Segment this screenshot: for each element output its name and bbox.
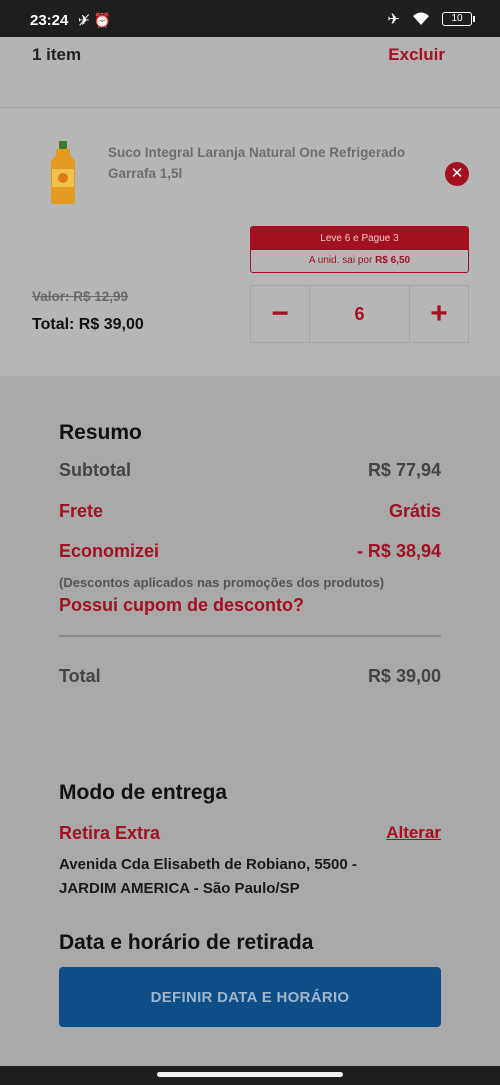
promo-badge: Leve 6 e Pague 3 A unid. sai por R$ 6,50 [250,226,469,273]
address-line-2: JARDIM AMERICA - São Paulo/SP [59,880,300,897]
summary-title: Resumo [59,421,142,444]
airplane-icon: ✈ [387,11,400,28]
shipping-label: Frete [59,501,104,521]
old-price: Valor: R$ 12,99 [32,289,129,304]
order-summary: Resumo Subtotal R$ 77,94 Frete Grátis Ec… [0,376,500,1066]
product-name[interactable]: Suco Integral Laranja Natural One Refrig… [108,142,428,184]
pickup-time-title: Data e horário de retirada [59,931,314,954]
quantity-value[interactable]: 6 [309,286,410,342]
delivery-title: Modo de entrega [59,781,228,804]
address-line-1: Avenida Cda Elisabeth de Robiano, 5500 - [59,856,357,873]
total-row: Total R$ 39,00 [59,666,441,687]
shipping-row: Frete Grátis [59,501,441,522]
savings-row: Economizei - R$ 38,94 [59,541,441,562]
battery-icon: 10 [442,12,475,26]
product-image[interactable] [48,141,78,205]
promo-title: Leve 6 e Pague 3 [251,227,468,250]
promo-unit-value: R$ 6,50 [375,255,411,266]
decrease-quantity-button[interactable]: − [251,286,309,342]
cart-header: 1 item Excluir [0,37,500,108]
delete-all-link[interactable]: Excluir [388,45,445,65]
coupon-link[interactable]: Possui cupom de desconto? [59,595,304,616]
status-time: 23:24 [30,12,69,29]
shipping-value: Grátis [388,501,441,521]
product-card: Suco Integral Laranja Natural One Refrig… [0,109,500,376]
navigation-bar [0,1066,500,1085]
total-label: Total [59,666,101,686]
delivery-mode: Retira Extra [59,823,161,843]
savings-value: - R$ 38,94 [356,541,441,561]
savings-label: Economizei [59,541,160,561]
promo-unit-price: A unid. sai por R$ 6,50 [251,250,468,272]
status-bar: 23:24 ✈̸ ⏰ ✈ 10 [0,0,500,37]
items-count: 1 item [32,45,82,64]
subtotal-value: R$ 77,94 [367,460,441,480]
subtotal-row: Subtotal R$ 77,94 [59,460,441,481]
promo-unit-prefix: A unid. sai por [308,255,376,266]
status-icons: ✈ 10 [387,10,475,28]
home-indicator[interactable] [157,1072,343,1077]
change-delivery-link[interactable]: Alterar [386,823,441,843]
total-value: R$ 39,00 [367,666,441,686]
set-date-time-button[interactable]: DEFINIR DATA E HORÁRIO [59,967,441,1027]
wifi-icon [413,12,429,25]
increase-quantity-button[interactable]: + [410,286,468,342]
item-total: Total: R$ 39,00 [32,316,144,333]
discount-note: (Descontos aplicados nas promoções dos p… [59,575,385,590]
pickup-address: Avenida Cda Elisabeth de Robiano, 5500 -… [59,853,419,901]
quantity-stepper: − 6 + [250,285,469,343]
remove-item-button[interactable]: ✕ [445,162,469,186]
summary-divider [59,635,441,637]
dnd-alarm-icons: ✈̸ ⏰ [78,12,112,28]
subtotal-label: Subtotal [59,460,131,480]
